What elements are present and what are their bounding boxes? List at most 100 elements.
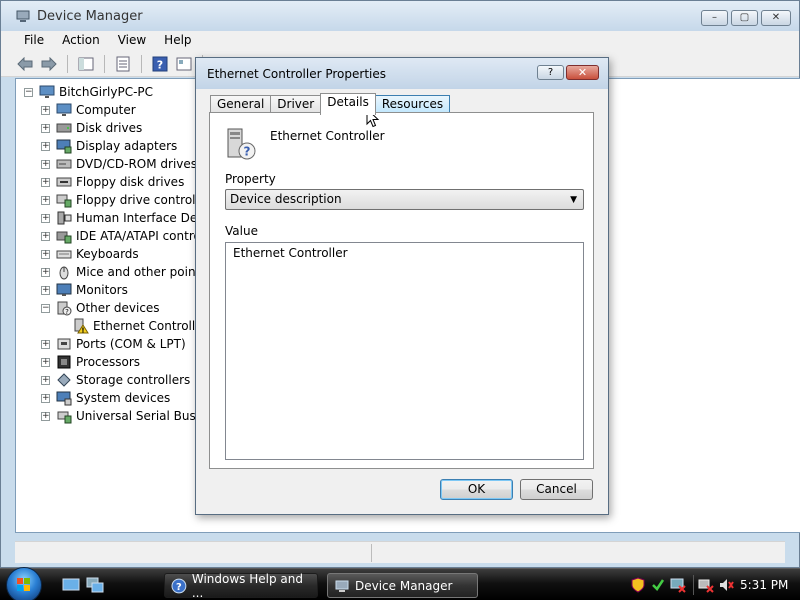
cancel-button[interactable]: Cancel (520, 479, 593, 500)
volume-muted-icon[interactable] (718, 577, 734, 593)
tree-item-label: Display adapters (76, 139, 178, 153)
keyboard-icon (56, 250, 72, 259)
dialog-help-button[interactable]: ? (537, 65, 564, 80)
back-button[interactable] (15, 55, 35, 73)
controller-icon (56, 194, 72, 208)
tree-item-disk-drives[interactable]: + Disk drives (41, 119, 142, 137)
tree-item-ports[interactable]: + Ports (COM & LPT) (41, 335, 186, 353)
tab-details[interactable]: Details (320, 93, 376, 115)
switch-windows-icon[interactable] (86, 577, 104, 593)
svg-text:?: ? (65, 308, 69, 316)
expand-toggle[interactable]: + (41, 267, 50, 277)
expand-toggle[interactable]: + (41, 375, 50, 385)
tree-item-label: Disk drives (76, 121, 143, 135)
expand-toggle[interactable]: + (41, 159, 50, 169)
svg-text:!: ! (81, 327, 84, 335)
tree-item-label: Monitors (76, 283, 128, 297)
tree-item-label: System devices (76, 391, 171, 405)
ok-button[interactable]: OK (440, 479, 513, 500)
menu-file[interactable]: File (15, 31, 53, 51)
tree-root-label: BitchGirlyPC-PC (59, 85, 154, 99)
tree-item-hid[interactable]: + Human Interface Devic (41, 209, 214, 227)
properties-icon (116, 56, 130, 71)
expand-toggle[interactable]: + (41, 231, 50, 241)
collapse-toggle[interactable]: − (41, 303, 50, 313)
network-icon[interactable] (670, 577, 686, 593)
taskbar-clock[interactable]: 5:31 PM (740, 578, 788, 592)
tree-item-label: Keyboards (76, 247, 139, 261)
expand-toggle[interactable]: + (41, 177, 50, 187)
tree-item-dvd-drives[interactable]: + DVD/CD-ROM drives (41, 155, 197, 173)
tree-item-display-adapters[interactable]: + Display adapters (41, 137, 177, 155)
property-dropdown[interactable]: Device description ▼ (225, 189, 584, 210)
taskbar-button-device-manager[interactable]: Device Manager (327, 573, 478, 598)
port-icon (57, 338, 71, 350)
expand-toggle[interactable]: + (41, 249, 50, 259)
property-label: Property (225, 172, 276, 186)
system-tray-secondary (698, 577, 734, 593)
help-toolbar-button[interactable]: ? (150, 55, 170, 73)
expand-toggle[interactable]: + (41, 339, 50, 349)
start-button[interactable] (6, 567, 42, 600)
show-hide-tree-button[interactable] (76, 55, 96, 73)
expand-toggle[interactable]: + (41, 213, 50, 223)
window-controls: – ▢ ✕ (701, 10, 791, 26)
svg-text:?: ? (157, 58, 163, 71)
tree-item-storage-controllers[interactable]: + Storage controllers (41, 371, 190, 389)
action-center-icon[interactable] (650, 577, 666, 593)
tree-item-ethernet-controller[interactable]: ! Ethernet Controller (58, 317, 208, 335)
tree-item-computer[interactable]: + Computer (41, 101, 136, 119)
tree-item-processors[interactable]: + Processors (41, 353, 140, 371)
device-manager-icon (16, 10, 30, 22)
hid-icon (57, 211, 72, 225)
value-list[interactable]: Ethernet Controller (225, 242, 584, 460)
view-pane-icon (176, 57, 192, 70)
menu-help[interactable]: Help (155, 31, 200, 51)
expand-toggle[interactable]: + (41, 411, 50, 421)
security-shield-icon[interactable] (630, 577, 646, 593)
expand-toggle[interactable]: + (41, 105, 50, 115)
show-desktop-icon[interactable] (62, 577, 80, 593)
forward-button[interactable] (39, 55, 59, 73)
tree-item-label: Human Interface Devic (76, 211, 215, 225)
tree-item-floppy-drives[interactable]: + Floppy disk drives (41, 173, 184, 191)
tree-item-monitors[interactable]: + Monitors (41, 281, 128, 299)
maximize-button[interactable]: ▢ (731, 10, 758, 26)
tree-item-keyboards[interactable]: + Keyboards (41, 245, 139, 263)
tree-item-ide[interactable]: + IDE ATA/ATAPI contro (41, 227, 201, 245)
title-bar[interactable]: Device Manager (1, 1, 799, 31)
tree-item-system-devices[interactable]: + System devices (41, 389, 170, 407)
minimize-button[interactable]: – (701, 10, 728, 26)
dialog-close-button[interactable]: ✕ (566, 65, 599, 80)
collapse-toggle[interactable]: − (24, 87, 33, 97)
floppy-icon (56, 177, 72, 187)
expand-toggle[interactable]: + (41, 123, 50, 133)
properties-button[interactable] (113, 55, 133, 73)
tree-item-floppy-controller[interactable]: + Floppy drive controller (41, 191, 211, 209)
unknown-device-icon: ? (227, 128, 256, 160)
toolbar-separator (104, 54, 105, 73)
menu-action[interactable]: Action (53, 31, 109, 51)
back-arrow-icon (17, 56, 33, 71)
expand-toggle[interactable]: + (41, 357, 50, 367)
computer-icon (39, 85, 55, 98)
quick-launch (62, 577, 104, 593)
taskbar-button-help[interactable]: ? Windows Help and ... (164, 572, 318, 600)
value-item[interactable]: Ethernet Controller (233, 246, 576, 260)
svg-text:?: ? (176, 581, 182, 592)
tree-item-mice[interactable]: + Mice and other pointin (41, 263, 211, 281)
network-disconnected-icon[interactable] (698, 577, 714, 593)
tree-item-other-devices[interactable]: − ? Other devices (41, 299, 160, 317)
tree-item-label: DVD/CD-ROM drives (76, 157, 198, 171)
tree-root[interactable]: − BitchGirlyPC-PC (24, 83, 153, 101)
menu-view[interactable]: View (109, 31, 155, 51)
expand-toggle[interactable]: + (41, 393, 50, 403)
expand-toggle[interactable]: + (41, 195, 50, 205)
tree-item-label: Other devices (76, 301, 160, 315)
expand-toggle[interactable]: + (41, 285, 50, 295)
view-button[interactable] (174, 55, 194, 73)
close-button[interactable]: ✕ (761, 10, 791, 26)
expand-toggle[interactable]: + (41, 141, 50, 151)
windows-logo-icon (17, 578, 30, 591)
tree-item-usb[interactable]: + Universal Serial Bus co (41, 407, 214, 425)
